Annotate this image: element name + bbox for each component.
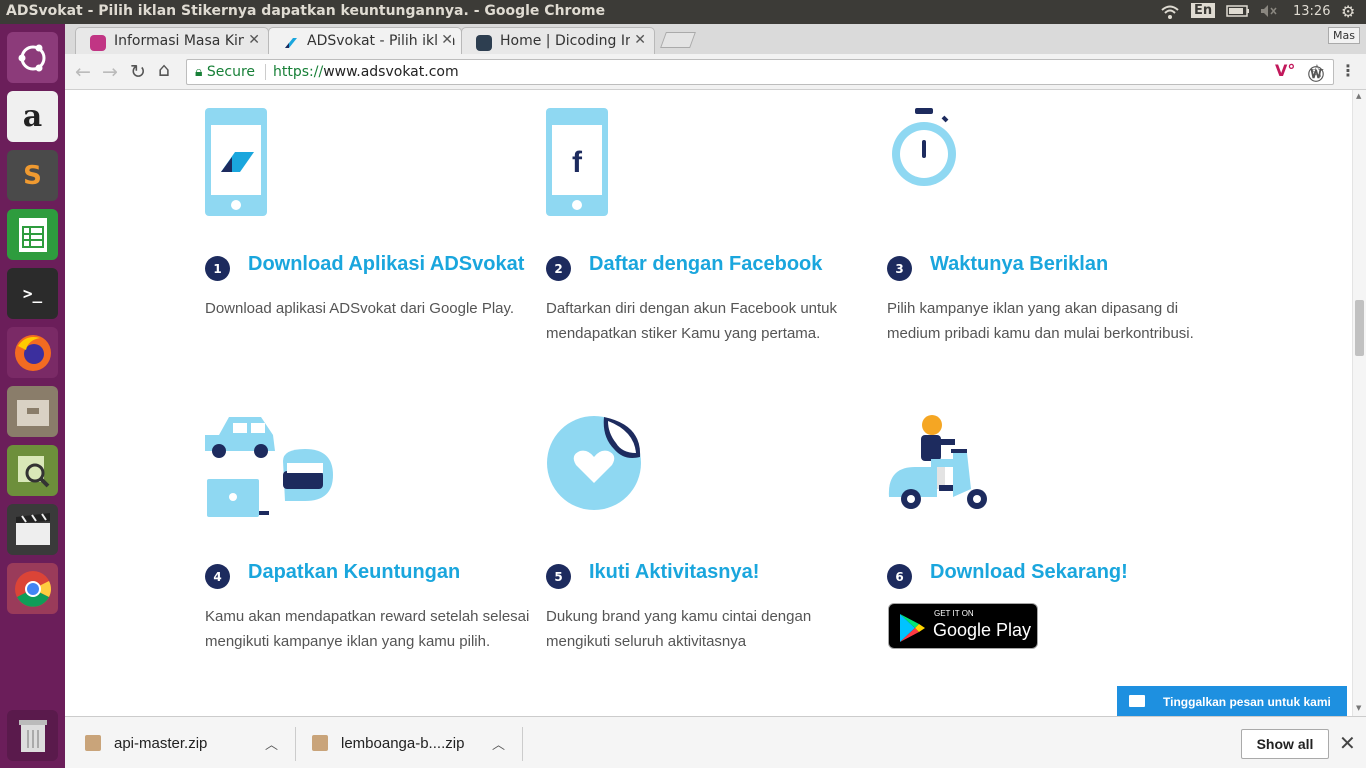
tab-label: ADSvokat - Pilih iklan	[307, 33, 456, 49]
menu-icon[interactable]: ⋮	[1340, 61, 1356, 80]
chevron-up-icon[interactable]: ︿	[265, 734, 278, 753]
wifi-icon[interactable]	[1160, 4, 1180, 24]
step-number: 1	[205, 256, 230, 281]
chrome-icon[interactable]	[7, 563, 58, 614]
tab-instagram[interactable]: Informasi Masa Kini ✕	[75, 27, 269, 54]
zip-file-icon	[312, 735, 328, 751]
address-bar[interactable]: 🔒︎ Secure https://www.adsvokat.com ☆	[186, 59, 1334, 85]
browser-toolbar: ← → ↻ ⌂ 🔒︎ Secure https://www.adsvokat.c…	[65, 54, 1366, 90]
close-tab-icon[interactable]: ✕	[244, 32, 260, 48]
keyboard-indicator[interactable]: En	[1191, 3, 1216, 18]
libreoffice-calc-icon[interactable]	[7, 209, 58, 260]
scrollbar-thumb[interactable]	[1355, 300, 1364, 356]
scroll-up-icon[interactable]: ▲	[1356, 92, 1361, 100]
chat-label: Tinggalkan pesan untuk kami	[1163, 695, 1331, 709]
divider	[265, 64, 266, 80]
page-content: f 1 Download Aplikasi ADSvokat Download …	[65, 90, 1352, 716]
download-item[interactable]: api-master.zip ︿	[85, 717, 285, 769]
chevron-up-icon[interactable]: ︿	[492, 734, 505, 753]
new-tab-button[interactable]	[660, 32, 696, 48]
window-title: ADSvokat - Pilih iklan Stikernya dapatka…	[6, 3, 606, 19]
google-play-badge[interactable]: GET IT ON Google Play	[888, 603, 1038, 649]
unity-launcher: a S >_	[0, 24, 65, 768]
secure-label: Secure	[206, 64, 256, 80]
instagram-icon	[90, 35, 106, 51]
step-number: 2	[546, 256, 571, 281]
download-filename: api-master.zip	[114, 735, 208, 752]
media-items-illustration	[205, 415, 337, 525]
amazon-icon[interactable]: a	[7, 91, 58, 142]
clock[interactable]: 13:26	[1293, 4, 1330, 19]
forward-icon[interactable]: →	[102, 61, 118, 83]
download-filename: lemboanga-b....zip	[341, 735, 465, 752]
tab-strip: Informasi Masa Kini ✕ ADSvokat - Pilih i…	[65, 24, 1366, 54]
tab-label: Home | Dicoding Inc	[500, 33, 642, 49]
step-description: Kamu akan mendapatkan reward setelah sel…	[205, 608, 530, 650]
tab-adsvokat[interactable]: ADSvokat - Pilih iklan ✕	[268, 27, 462, 54]
secure-indicator[interactable]: 🔒︎ Secure	[195, 64, 255, 80]
svg-text:f: f	[572, 146, 583, 179]
phone-app-illustration	[205, 108, 267, 220]
ubuntu-dash-icon[interactable]	[7, 32, 58, 83]
reload-icon[interactable]: ↻	[130, 61, 146, 83]
vertical-scrollbar[interactable]: ▲ ▼	[1352, 90, 1366, 716]
zip-file-icon	[85, 735, 101, 751]
step-number: 4	[205, 564, 230, 589]
step-description: Dukung brand yang kamu cintai dengan men…	[546, 608, 812, 650]
step-title: Dapatkan Keuntungan	[248, 561, 461, 583]
terminal-icon[interactable]: >_	[7, 268, 58, 319]
trash-icon[interactable]	[7, 710, 58, 761]
scooter-rider-illustration	[887, 415, 991, 515]
battery-icon[interactable]	[1226, 4, 1250, 22]
stopwatch-illustration	[887, 107, 963, 197]
settings-gear-icon[interactable]: ⚙	[1341, 2, 1355, 21]
step-number: 3	[887, 256, 912, 281]
volume-muted-icon[interactable]	[1260, 4, 1278, 22]
badge-store-name: Google Play	[933, 620, 1032, 640]
step-title: Daftar dengan Facebook	[589, 253, 823, 275]
download-item[interactable]: lemboanga-b....zip ︿	[312, 717, 512, 769]
download-shelf: api-master.zip ︿ lemboanga-b....zip ︿ Sh…	[65, 716, 1366, 768]
heart-sticker-illustration	[546, 415, 642, 515]
close-tab-icon[interactable]: ✕	[437, 32, 453, 48]
sublime-text-icon[interactable]: S	[7, 150, 58, 201]
close-shelf-icon[interactable]: ✕	[1339, 731, 1356, 755]
adsvokat-favicon-icon	[283, 35, 299, 51]
step-description: Daftarkan diri dengan akun Facebook untu…	[546, 300, 838, 342]
url-text[interactable]: https://www.adsvokat.com	[273, 64, 459, 80]
back-icon[interactable]: ←	[75, 61, 91, 83]
profile-button[interactable]: Mas	[1328, 27, 1360, 44]
step-description: Download aplikasi ADSvokat dari Google P…	[205, 300, 515, 317]
tab-dicoding[interactable]: Home | Dicoding Inc ✕	[461, 27, 655, 54]
image-viewer-icon[interactable]	[7, 445, 58, 496]
files-icon[interactable]	[7, 386, 58, 437]
step-title: Ikuti Aktivitasnya!	[589, 561, 760, 583]
step-number: 6	[887, 564, 912, 589]
chat-widget-button[interactable]: Tinggalkan pesan untuk kami	[1117, 686, 1347, 716]
firefox-icon[interactable]	[7, 327, 58, 378]
step-title: Download Aplikasi ADSvokat	[248, 253, 525, 275]
step-number: 5	[546, 564, 571, 589]
video-editor-icon[interactable]	[7, 504, 58, 555]
tab-label: Informasi Masa Kini	[114, 33, 251, 49]
url-scheme: https://	[273, 64, 324, 80]
step-title: Waktunya Beriklan	[930, 253, 1109, 275]
wordpress-icon[interactable]: Ⓦ	[1308, 61, 1324, 85]
dicoding-icon	[476, 35, 492, 51]
extension-icon[interactable]: V°	[1275, 61, 1295, 80]
divider	[522, 727, 523, 761]
google-play-icon	[898, 613, 926, 647]
step-description: Pilih kampanye iklan yang akan dipasang …	[887, 300, 1194, 342]
close-tab-icon[interactable]: ✕	[630, 32, 646, 48]
divider	[295, 727, 296, 761]
badge-caption: GET IT ON	[934, 609, 974, 618]
step-title: Download Sekarang!	[930, 561, 1128, 583]
show-all-button[interactable]: Show all	[1241, 729, 1329, 759]
phone-facebook-illustration: f	[546, 108, 608, 220]
envelope-icon	[1129, 695, 1145, 707]
scroll-down-icon[interactable]: ▼	[1356, 704, 1361, 712]
url-host: www.adsvokat.com	[323, 64, 459, 80]
system-top-bar: ADSvokat - Pilih iklan Stikernya dapatka…	[0, 0, 1366, 24]
home-icon[interactable]: ⌂	[158, 59, 170, 81]
